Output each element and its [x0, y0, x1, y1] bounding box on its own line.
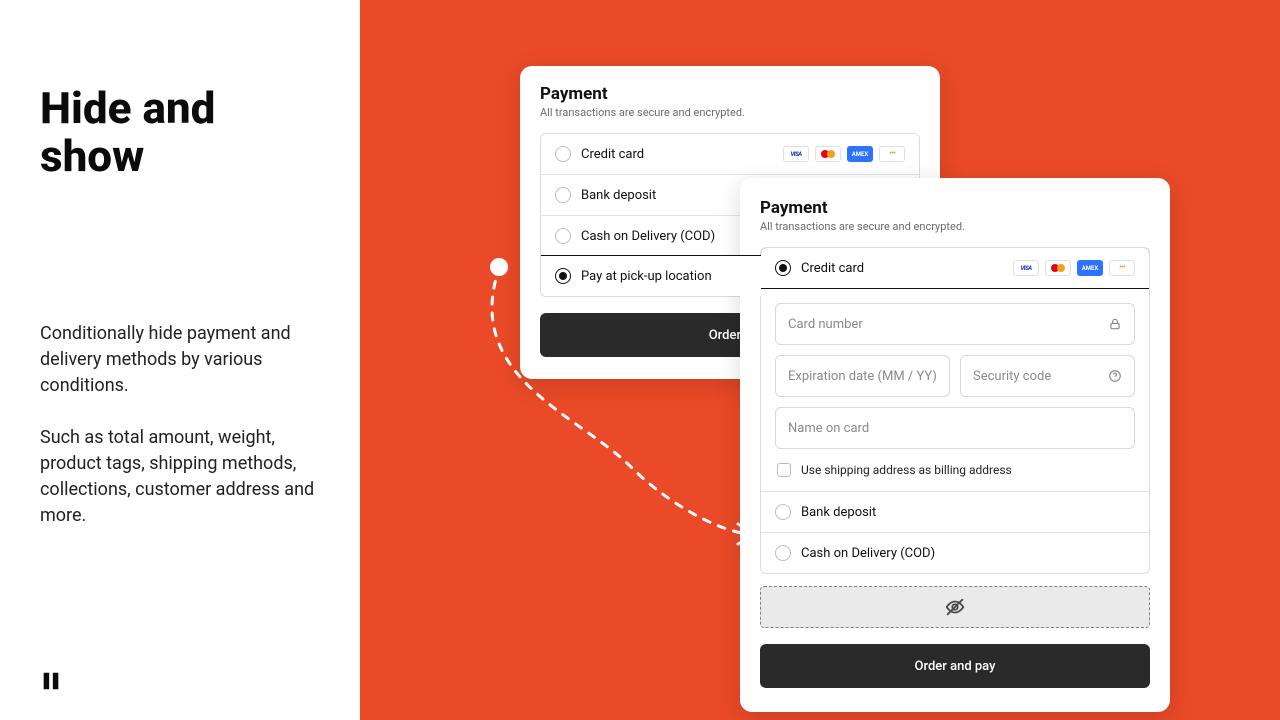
placeholder: Card number: [788, 317, 863, 332]
section-subtitle: All transactions are secure and encrypte…: [540, 106, 920, 119]
visa-icon: VISA: [1013, 260, 1039, 276]
arrow-start-dot: [490, 258, 508, 276]
credit-card-form: Card number Expiration date (MM / YY) Se…: [761, 288, 1149, 491]
lock-icon: [1108, 317, 1122, 331]
amex-icon: AMEX: [847, 146, 873, 162]
hidden-icon: [944, 596, 966, 618]
option-label: Bank deposit: [801, 505, 876, 520]
placeholder: Name on card: [788, 421, 869, 436]
radio-icon: [555, 268, 571, 284]
radio-icon: [775, 504, 791, 520]
placeholder: Security code: [973, 369, 1051, 384]
mastercard-icon: [1045, 260, 1071, 276]
radio-icon: [555, 146, 571, 162]
amex-icon: AMEX: [1077, 260, 1103, 276]
section-title: Payment: [540, 84, 920, 104]
expiration-field[interactable]: Expiration date (MM / YY): [775, 355, 950, 397]
order-and-pay-button[interactable]: Order and pay: [760, 644, 1150, 688]
checkout-card-after: Payment All transactions are secure and …: [740, 178, 1170, 712]
card-brand-strip: VISA AMEX •••: [783, 146, 905, 162]
billing-same-as-shipping-checkbox[interactable]: Use shipping address as billing address: [775, 459, 1135, 477]
option-label: Cash on Delivery (COD): [801, 546, 935, 561]
more-brands-icon: •••: [1109, 260, 1135, 276]
payment-option-credit-card[interactable]: Credit card VISA AMEX •••: [760, 247, 1150, 289]
more-brands-icon: •••: [879, 146, 905, 162]
section-subtitle: All transactions are secure and encrypte…: [760, 220, 1150, 233]
visa-icon: VISA: [783, 146, 809, 162]
brand-logo: [40, 670, 62, 692]
payment-option-bank-deposit[interactable]: Bank deposit: [761, 491, 1149, 532]
order-button-label: Order and pay: [915, 659, 996, 674]
placeholder: Expiration date (MM / YY): [788, 369, 937, 384]
card-number-field[interactable]: Card number: [775, 303, 1135, 345]
radio-icon: [555, 228, 571, 244]
page-description: Conditionally hide payment and delivery …: [40, 321, 320, 530]
payment-option-credit-card[interactable]: Credit card VISA AMEX •••: [541, 134, 919, 174]
option-label: Pay at pick-up location: [581, 269, 712, 284]
security-code-field[interactable]: Security code: [960, 355, 1135, 397]
checkbox-label: Use shipping address as billing address: [801, 463, 1012, 477]
option-label: Bank deposit: [581, 188, 656, 203]
demo-canvas: Payment All transactions are secure and …: [360, 0, 1280, 720]
marketing-sidebar: Hide and show Conditionally hide payment…: [0, 0, 360, 720]
mastercard-icon: [815, 146, 841, 162]
option-label: Credit card: [801, 261, 864, 276]
name-on-card-field[interactable]: Name on card: [775, 407, 1135, 449]
option-label: Credit card: [581, 147, 644, 162]
card-brand-strip: VISA AMEX •••: [1013, 260, 1135, 276]
payment-option-cod[interactable]: Cash on Delivery (COD): [761, 532, 1149, 573]
page-title: Hide and show: [40, 84, 320, 181]
payment-options-after: Credit card VISA AMEX ••• Card number Ex…: [760, 247, 1150, 574]
option-label: Cash on Delivery (COD): [581, 229, 715, 244]
radio-icon: [775, 545, 791, 561]
radio-icon: [775, 260, 791, 276]
hidden-payment-placeholder: [760, 586, 1150, 628]
help-icon: [1108, 369, 1122, 383]
radio-icon: [555, 187, 571, 203]
section-title: Payment: [760, 198, 1150, 218]
checkbox-icon: [777, 463, 791, 477]
